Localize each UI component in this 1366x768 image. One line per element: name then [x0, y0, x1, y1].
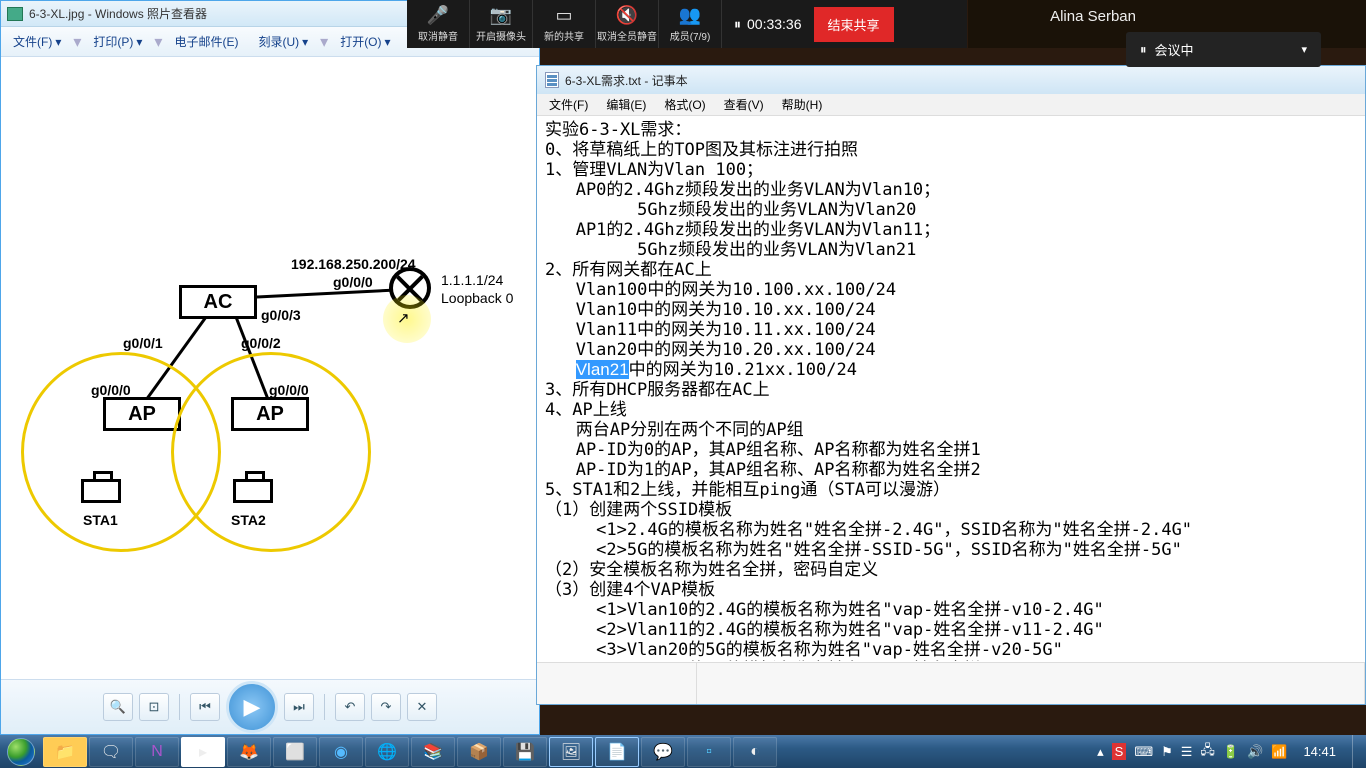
tray-input-icon[interactable]: ⌨ — [1134, 744, 1153, 760]
taskbar-app-explorer[interactable]: 📁 — [43, 737, 87, 767]
label-g001: g0/0/1 — [123, 335, 163, 351]
taskbar-app-notepad[interactable]: 📄 — [595, 737, 639, 767]
notepad-window: 6-3-XL需求.txt - 记事本 文件(F) 编辑(E) 格式(O) 查看(… — [536, 65, 1366, 705]
taskbar-app-winrar[interactable]: 📚 — [411, 737, 455, 767]
notepad-menubar: 文件(F) 编辑(E) 格式(O) 查看(V) 帮助(H) — [537, 94, 1365, 116]
taskbar-app-7[interactable]: 💾 — [503, 737, 547, 767]
show-desktop-button[interactable] — [1352, 735, 1360, 768]
image-file-icon — [7, 7, 23, 21]
np-menu-edit[interactable]: 编辑(E) — [598, 94, 654, 115]
tray-flag-icon[interactable]: ⚑ — [1161, 744, 1173, 760]
mic-off-icon: 🎤 — [427, 5, 449, 26]
ac-box: AC — [179, 285, 257, 319]
np-menu-format[interactable]: 格式(O) — [656, 94, 713, 115]
pv-menu-file[interactable]: 文件(F) ▾ — [5, 29, 69, 54]
taskbar-app-3[interactable]: ⬜ — [273, 737, 317, 767]
taskbar-app-firefox[interactable]: 🦊 — [227, 737, 271, 767]
mic-all-icon: 🔇 — [616, 5, 638, 26]
system-tray: ▴ S ⌨ ⚑ ☰ 🖧 🔋 🔊 📶 14:41 — [1091, 735, 1366, 768]
sta2-icon — [233, 479, 273, 503]
taskbar-app-9[interactable]: ▫ — [687, 737, 731, 767]
tray-battery-icon[interactable]: 🔋 — [1223, 744, 1239, 760]
zoom-timer: ⏸00:33:36 — [722, 16, 814, 33]
taskbar-app-8[interactable]: 💬 — [641, 737, 685, 767]
pv-menu-open[interactable]: 打开(O) ▾ — [332, 29, 398, 54]
taskbar-app-2[interactable]: ▸ — [181, 737, 225, 767]
taskbar-app-5[interactable]: 🌐 — [365, 737, 409, 767]
notepad-titlebar[interactable]: 6-3-XL需求.txt - 记事本 — [537, 66, 1365, 94]
sta1-icon — [81, 479, 121, 503]
taskbar-app-6[interactable]: 📦 — [457, 737, 501, 767]
label-loop-ip: 1.1.1.1/24 — [441, 272, 503, 288]
taskbar-clock[interactable]: 14:41 — [1295, 744, 1344, 759]
rotate-ccw-button[interactable]: ↶ — [335, 693, 365, 721]
notepad-file-icon — [545, 72, 559, 88]
tray-show-hidden-icon[interactable]: ▴ — [1097, 744, 1104, 760]
share-icon: ▭ — [555, 5, 572, 26]
zoom-stopall-button[interactable]: 🔇取消全员静音 — [596, 0, 659, 48]
taskbar-app-10[interactable]: ◐ — [733, 737, 777, 767]
network-diagram: 192.168.250.200/24 g0/0/0 g0/0/3 1.1.1.1… — [11, 187, 521, 617]
label-g003: g0/0/3 — [261, 307, 301, 323]
tray-icon-1[interactable]: ☰ — [1181, 744, 1193, 760]
zoom-newshare-button[interactable]: ▭新的共享 — [533, 0, 596, 48]
tray-wifi-icon[interactable]: 📶 — [1271, 744, 1287, 760]
taskbar-app-1[interactable]: 🗨 — [89, 737, 133, 767]
pv-menu-email[interactable]: 电子邮件(E) — [166, 29, 246, 54]
rotate-cw-button[interactable]: ↷ — [371, 693, 401, 721]
tray-network-icon[interactable]: 🖧 — [1200, 741, 1215, 763]
participant-name: Alina Serban — [1050, 8, 1136, 25]
zoom-members-button[interactable]: 👥成员(7/9) — [659, 0, 722, 48]
tray-volume-icon[interactable]: 🔊 — [1247, 744, 1263, 760]
notepad-title-text: 6-3-XL需求.txt - 记事本 — [565, 72, 688, 89]
start-button[interactable] — [0, 735, 42, 768]
delete-button[interactable]: ✕ — [407, 693, 437, 721]
label-sta1: STA1 — [83, 512, 118, 528]
zoom-toolbar: 🎤取消静音 📷开启摄像头 ▭新的共享 🔇取消全员静音 👥成员(7/9) ⏸00:… — [407, 0, 967, 48]
tray-ime-icon[interactable]: S — [1112, 743, 1127, 760]
photo-viewer-window: 6-3-XL.jpg - Windows 照片查看器 文件(F) ▾▾ 打印(P… — [0, 0, 540, 735]
zoom-out-button[interactable]: 🔍 — [103, 693, 133, 721]
photo-canvas: 192.168.250.200/24 g0/0/0 g0/0/3 1.1.1.1… — [1, 57, 539, 677]
pv-menu-burn[interactable]: 刻录(U) ▾ — [250, 29, 316, 54]
label-g000a: g0/0/0 — [333, 274, 373, 290]
label-g002: g0/0/2 — [241, 335, 281, 351]
next-button[interactable]: ⏭ — [284, 693, 314, 721]
prev-button[interactable]: ⏮ — [190, 693, 220, 721]
taskbar-app-photoviewer[interactable]: 🖼 — [549, 737, 593, 767]
slideshow-button[interactable]: ▶ — [226, 681, 278, 733]
camera-off-icon: 📷 — [490, 5, 512, 26]
pause-icon: ⏸ — [734, 16, 741, 33]
photo-viewer-controls: 🔍 ⊡ ⏮ ▶ ⏭ ↶ ↷ ✕ — [1, 679, 539, 734]
np-menu-view[interactable]: 查看(V) — [716, 94, 772, 115]
label-sta2: STA2 — [231, 512, 266, 528]
np-menu-help[interactable]: 帮助(H) — [774, 94, 831, 115]
zoom-end-share-button[interactable]: 结束共享 — [814, 7, 894, 42]
coverage-circle-2 — [171, 352, 371, 552]
chevron-down-icon: ▾ — [1301, 43, 1307, 56]
windows-orb-icon — [7, 738, 35, 766]
pv-menu-print[interactable]: 打印(P) ▾ — [85, 29, 150, 54]
notepad-statusbar — [537, 662, 1365, 704]
cursor-highlight — [383, 295, 431, 343]
taskbar-app-onenote[interactable]: N — [135, 737, 179, 767]
pv-title-text: 6-3-XL.jpg - Windows 照片查看器 — [29, 5, 207, 22]
zoom-video-button[interactable]: 📷开启摄像头 — [470, 0, 533, 48]
zoom-unmute-button[interactable]: 🎤取消静音 — [407, 0, 470, 48]
taskbar: 📁 🗨 N ▸ 🦊 ⬜ ◉ 🌐 📚 📦 💾 🖼 📄 💬 ▫ ◐ ▴ S ⌨ ⚑ … — [0, 735, 1366, 768]
notepad-text-area[interactable]: 实验6-3-XL需求： 0、将草稿纸上的TOP图及其标注进行拍照 1、管理VLA… — [537, 116, 1365, 661]
label-loopback: Loopback 0 — [441, 290, 513, 306]
taskbar-app-4[interactable]: ◉ — [319, 737, 363, 767]
zoom-fit-button[interactable]: ⊡ — [139, 693, 169, 721]
label-ip: 192.168.250.200/24 — [291, 256, 416, 272]
meeting-status-pill[interactable]: ⏸会议中 ▾ — [1126, 32, 1321, 67]
bars-icon: ⏸ — [1140, 42, 1147, 58]
np-menu-file[interactable]: 文件(F) — [541, 94, 596, 115]
people-icon: 👥 — [679, 5, 701, 26]
